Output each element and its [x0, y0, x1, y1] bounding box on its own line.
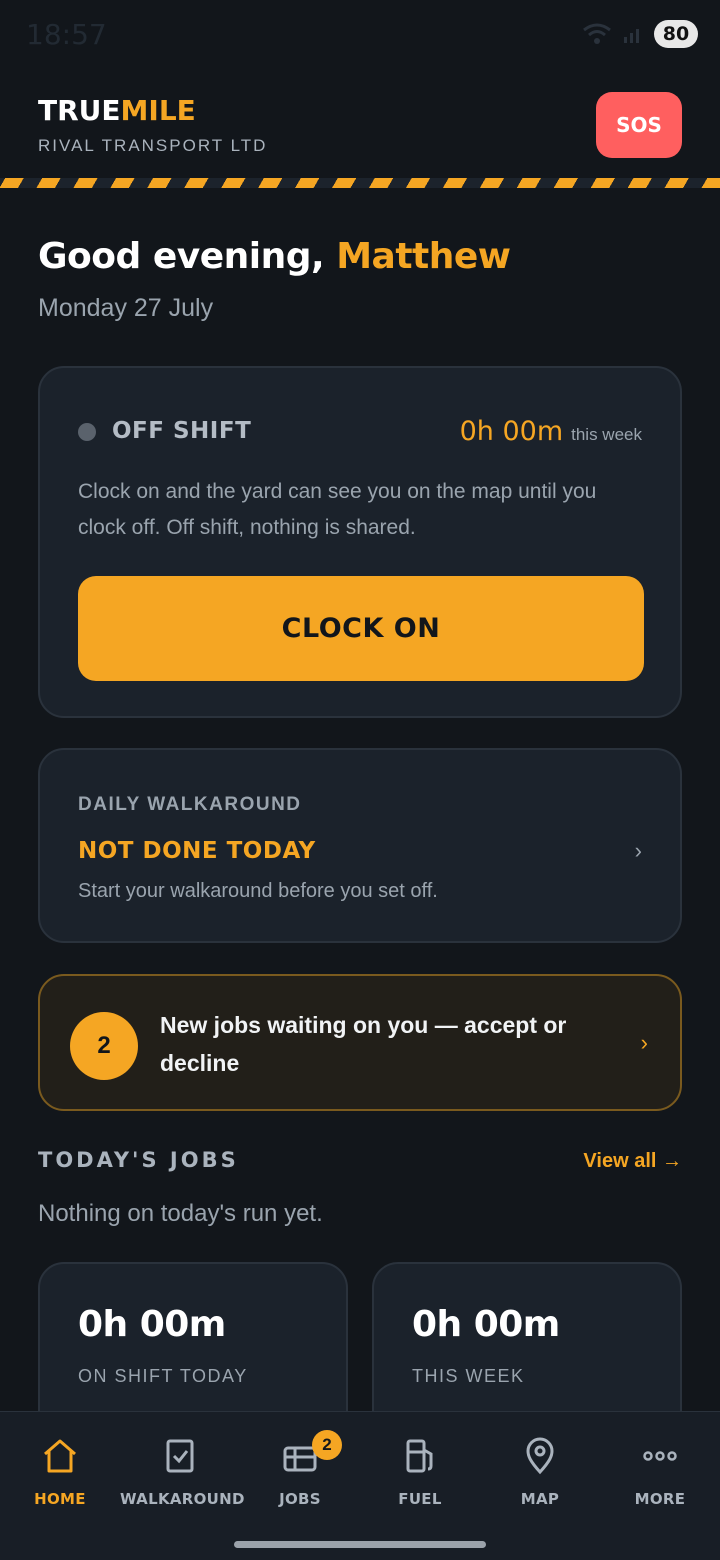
shift-status-dot [78, 423, 96, 441]
company-name: RIVAL TRANSPORT LTD [38, 136, 268, 155]
driver-name: Matthew [336, 236, 511, 277]
stat-label: THIS WEEK [412, 1366, 525, 1386]
walkaround-card[interactable]: DAILY WALKAROUND NOT DONE TODAY Start yo… [38, 748, 682, 943]
tab-more[interactable]: MORE [600, 1436, 720, 1508]
more-dots-icon [643, 1451, 677, 1461]
checklist-icon [166, 1439, 194, 1473]
weekly-hours: 0h 00m this week [460, 416, 642, 447]
map-pin-icon [526, 1437, 554, 1475]
tab-fuel[interactable]: FUEL [360, 1436, 480, 1508]
current-date: Monday 27 July [38, 294, 214, 322]
sos-button[interactable]: SOS [596, 92, 682, 158]
new-jobs-banner[interactable]: 2 New jobs waiting on you — accept or de… [38, 974, 682, 1111]
brand-part-1: TRUE [38, 94, 121, 127]
walkaround-description: Start your walkaround before you set off… [78, 880, 438, 902]
tab-jobs[interactable]: 2 JOBS [240, 1430, 360, 1508]
tab-home[interactable]: HOME [0, 1436, 120, 1508]
hazard-stripe [0, 178, 720, 188]
stat-value: 0h 00m [412, 1304, 560, 1345]
home-icon [44, 1439, 76, 1473]
new-jobs-text: New jobs waiting on you — accept or decl… [160, 1012, 567, 1076]
walkaround-status: NOT DONE TODAY [78, 838, 316, 864]
weekly-hours-value: 0h 00m [459, 416, 564, 447]
shift-description: Clock on and the yard can see you on the… [78, 480, 597, 539]
bottom-tab-bar: HOME WALKAROUND 2 JOBS FUEL MAP MORE [0, 1411, 720, 1560]
shift-status: OFF SHIFT [112, 418, 252, 444]
view-all-link[interactable]: View all → [583, 1150, 682, 1173]
empty-jobs-message: Nothing on today's run yet. [38, 1200, 323, 1227]
fuel-pump-icon [406, 1439, 433, 1473]
new-jobs-count: 2 [70, 1012, 138, 1080]
wifi-icon [583, 23, 611, 44]
tab-label: MAP [520, 1490, 560, 1508]
home-indicator [234, 1541, 486, 1548]
tab-walkaround[interactable]: WALKAROUND [120, 1436, 245, 1508]
tab-map[interactable]: MAP [480, 1436, 600, 1508]
clock-on-button[interactable]: CLOCK ON [78, 576, 644, 681]
status-bar: 18:57 80 [0, 0, 720, 70]
greeting-heading: Good evening, Matthew [38, 236, 511, 277]
chevron-right-icon: › [640, 1030, 648, 1055]
todays-jobs-title: TODAY'S JOBS [38, 1148, 239, 1172]
tab-label: HOME [34, 1490, 86, 1508]
weekly-hours-label: this week [571, 425, 642, 444]
shift-card: OFF SHIFT 0h 00m this week Clock on and … [38, 366, 682, 718]
brand-part-2: MILE [120, 94, 196, 127]
tab-label: JOBS [279, 1490, 321, 1508]
tab-label: FUEL [398, 1490, 442, 1508]
greeting-prefix: Good evening, [38, 236, 337, 277]
brand-logo: TRUEMILE [38, 94, 196, 127]
tab-label: WALKAROUND [120, 1490, 245, 1508]
tab-label: MORE [634, 1490, 686, 1508]
battery-indicator: 80 [654, 20, 698, 48]
jobs-badge: 2 [312, 1430, 342, 1460]
chevron-right-icon: › [634, 838, 642, 863]
walkaround-title: DAILY WALKAROUND [78, 794, 302, 815]
status-time: 18:57 [26, 18, 107, 51]
stat-label: ON SHIFT TODAY [78, 1366, 248, 1386]
stat-value: 0h 00m [78, 1304, 226, 1345]
app-header: TRUEMILE RIVAL TRANSPORT LTD SOS [0, 70, 720, 178]
signal-icon [624, 29, 639, 43]
status-icons: 80 [582, 20, 698, 48]
